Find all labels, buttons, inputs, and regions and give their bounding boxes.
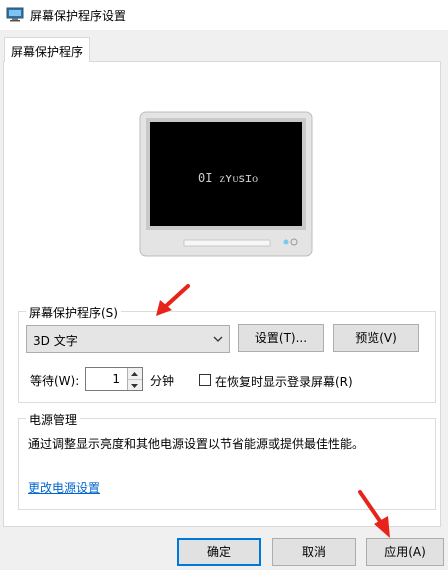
cancel-button[interactable]: 取消 [272, 538, 356, 566]
wait-minutes-value: 1 [112, 372, 120, 386]
preview-button[interactable]: 预览(V) [333, 324, 419, 352]
window-title: 屏幕保护程序设置 [30, 9, 127, 23]
minutes-label: 分钟 [150, 374, 175, 388]
annotation-arrow-screensaver [156, 284, 190, 316]
apply-button[interactable]: 应用(A) [366, 538, 444, 566]
resume-logon-label[interactable]: 在恢复时显示登录屏幕(R) [215, 373, 353, 390]
wait-minutes-stepper[interactable]: 1 [85, 367, 143, 391]
chevron-down-icon [213, 336, 223, 342]
change-power-settings-link[interactable]: 更改电源设置 [28, 479, 100, 496]
stepper-up-button[interactable] [128, 368, 142, 379]
screensaver-select[interactable]: 3D 文字 [26, 325, 230, 353]
caret-up-icon [131, 372, 138, 376]
ok-button[interactable]: 确定 [177, 538, 261, 566]
screensaver-selected-value: 3D 文字 [33, 334, 78, 348]
caret-down-icon [131, 384, 138, 388]
screensaver-group-label: 屏幕保护程序(S) [26, 304, 121, 321]
power-group-label: 电源管理 [26, 411, 81, 428]
annotation-arrow-apply [358, 490, 390, 538]
tab-screensaver[interactable]: 屏幕保护程序 [4, 37, 90, 62]
resume-logon-checkbox[interactable] [199, 374, 211, 386]
title-bar: 屏幕保护程序设置 [0, 0, 448, 30]
wait-label: 等待(W): [30, 374, 80, 388]
monitor-preview: 0I ᴢʏᴜꜱɪᴏ [139, 111, 313, 257]
preview-screen-text: 0I ᴢʏᴜꜱɪᴏ [198, 171, 258, 185]
monitor-icon [6, 7, 24, 22]
stepper-down-button[interactable] [128, 379, 142, 390]
tab-label: 屏幕保护程序 [11, 45, 84, 59]
power-description: 通过调整显示亮度和其他电源设置以节省能源或提供最佳性能。 [28, 437, 365, 451]
settings-button[interactable]: 设置(T)... [238, 324, 324, 352]
